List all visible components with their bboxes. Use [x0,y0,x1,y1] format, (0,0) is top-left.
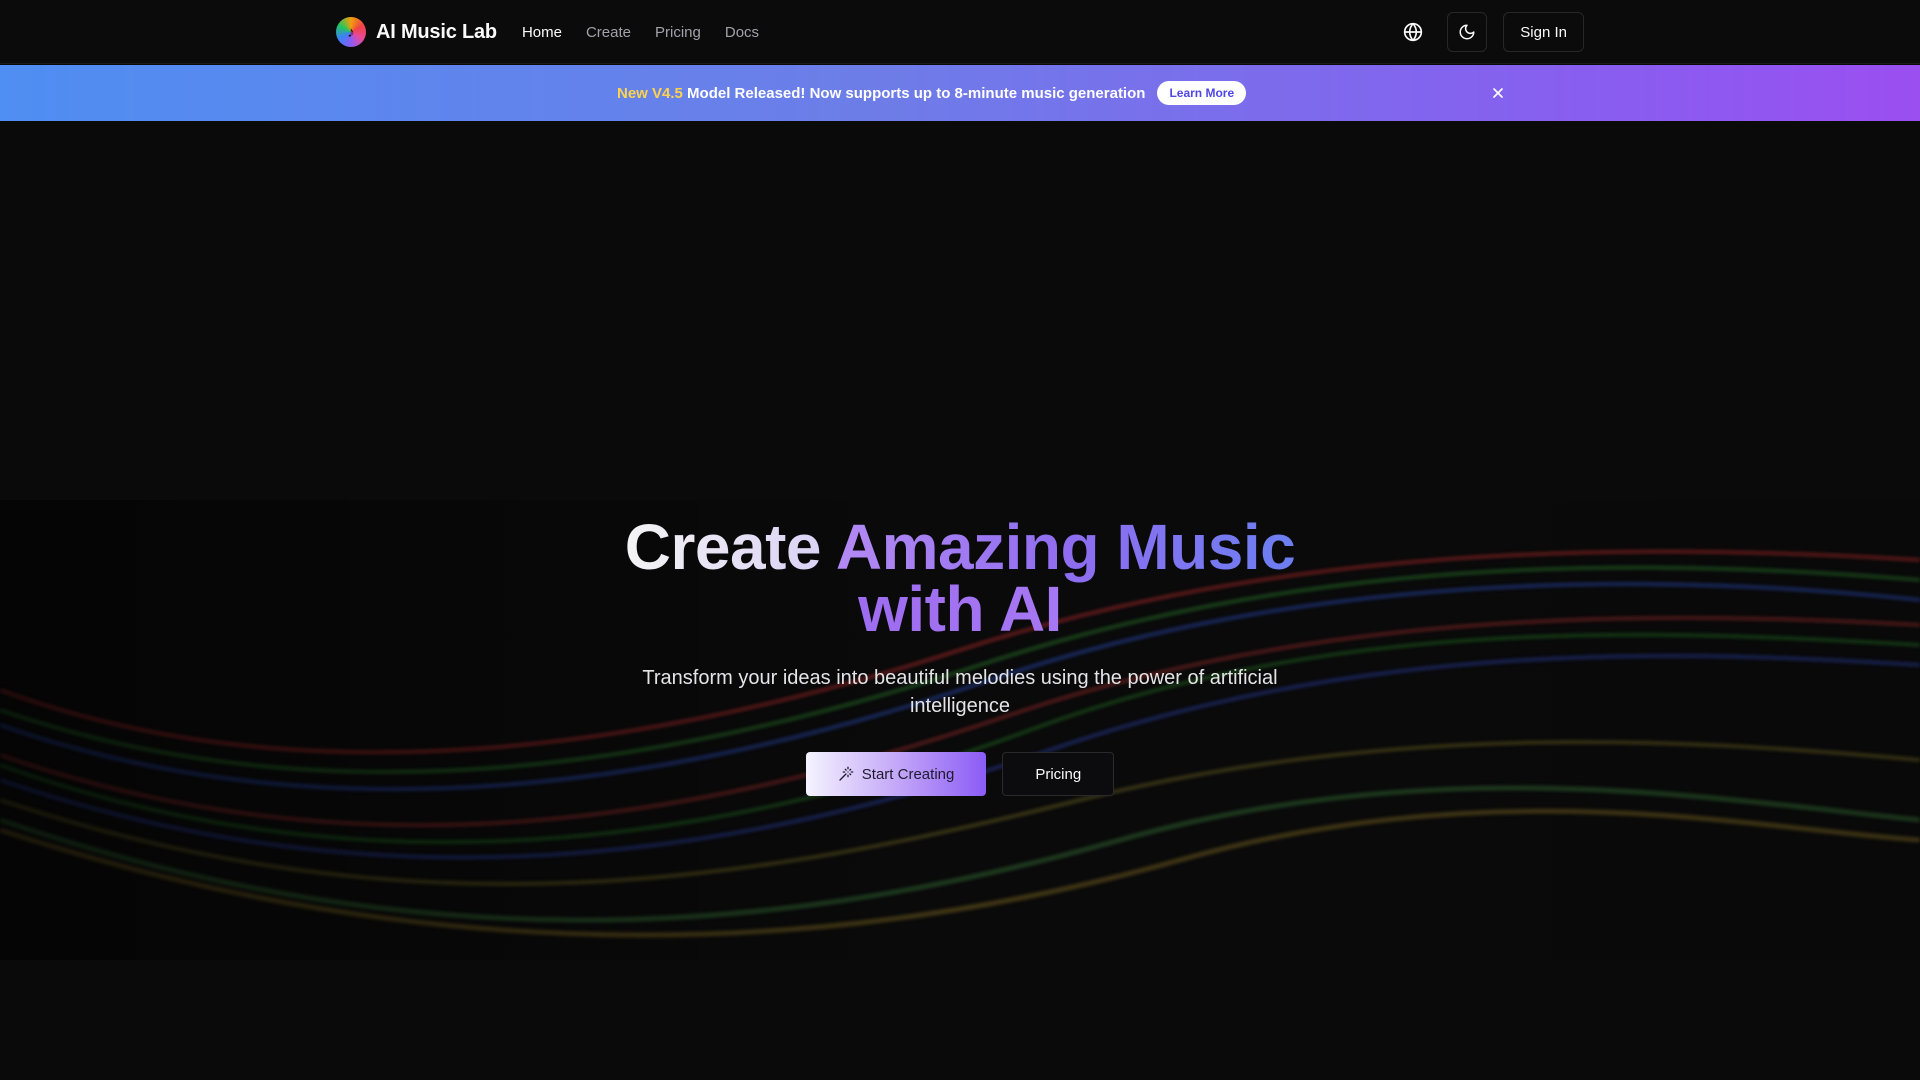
nav-link-docs[interactable]: Docs [725,24,759,41]
start-creating-label: Start Creating [861,765,955,783]
language-button[interactable] [1395,14,1431,50]
pricing-button[interactable]: Pricing [1002,752,1115,796]
hero-title-line2: with AI [858,573,1062,645]
globe-icon [1404,22,1423,42]
start-creating-button[interactable]: Start Creating [805,752,987,796]
hero-title: Create Amazing Music with AI [560,515,1360,641]
hero-title-part1: Create [624,511,836,583]
hero-section: Create Amazing Music with AI Transform y… [560,515,1360,796]
nav-actions: Sign In [1395,12,1584,52]
theme-toggle-button[interactable] [1447,12,1488,52]
navbar-inner: ♪ AI Music Lab Home Create Pricing Docs [336,0,1584,64]
banner-message: New V4.5 Model Released! Now supports up… [617,85,1145,102]
learn-more-button[interactable]: Learn More [1157,81,1247,105]
nav-link-create[interactable]: Create [586,24,631,41]
banner-message-text: Model Released! Now supports up to 8-min… [682,84,1146,102]
announcement-banner: New V4.5 Model Released! Now supports up… [0,65,1920,121]
magic-wand-icon [839,766,854,781]
brand-name: AI Music Lab [376,20,497,43]
nav-link-home[interactable]: Home [522,24,562,41]
hero-cta-row: Start Creating Pricing [560,752,1360,796]
brand-link[interactable]: ♪ AI Music Lab [336,17,497,47]
top-navbar: ♪ AI Music Lab Home Create Pricing Docs [0,0,1920,64]
nav-link-pricing[interactable]: Pricing [655,24,701,41]
banner-highlight: New V4.5 [617,84,683,102]
page: ♪ AI Music Lab Home Create Pricing Docs [0,0,1920,1080]
moon-icon [1459,24,1475,40]
banner-close-button[interactable] [1486,81,1510,105]
music-note-icon: ♪ [336,17,366,47]
nav-links: Home Create Pricing Docs [522,24,759,41]
sign-in-button[interactable]: Sign In [1503,12,1584,52]
banner-content: New V4.5 Model Released! Now supports up… [617,65,1247,121]
close-icon [1493,88,1503,98]
hero-subtitle: Transform your ideas into beautiful melo… [642,667,1278,717]
